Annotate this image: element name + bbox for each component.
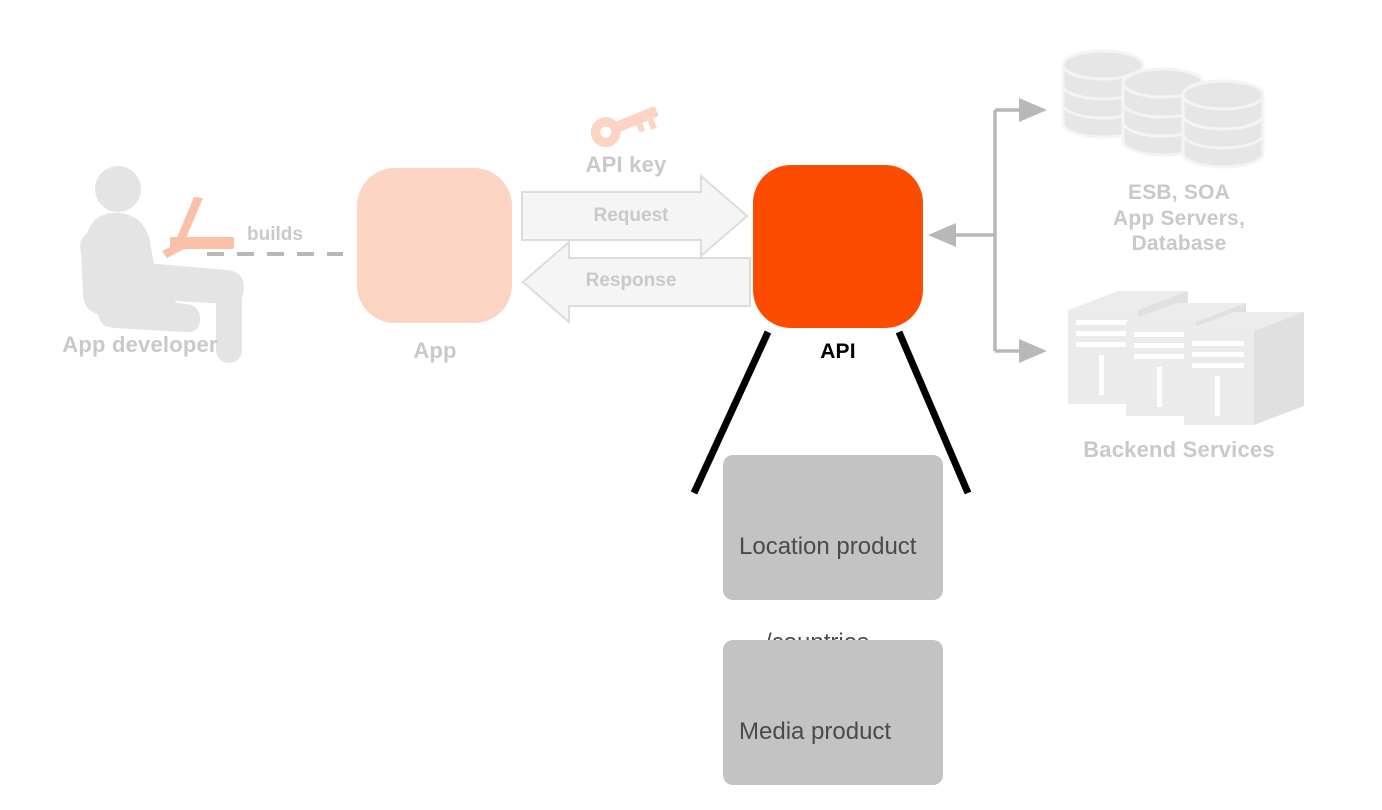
media-product-title: Media product [739, 716, 927, 748]
request-label: Request [540, 205, 722, 227]
diagram-vector-layer [0, 0, 1382, 810]
api-label: API [768, 339, 908, 365]
key-icon [586, 98, 662, 152]
api-key-label: API key [541, 152, 711, 179]
backend-connector-arrowheads [928, 98, 1047, 363]
diagram-canvas: App developer builds App API key Request… [0, 0, 1382, 810]
builds-label: builds [205, 224, 345, 246]
backend-services-label: Backend Services [1038, 437, 1320, 464]
app-tile[interactable] [357, 168, 512, 323]
server-racks-icon [1068, 291, 1304, 425]
app-label: App [362, 338, 508, 365]
location-product-box[interactable]: Location product /countries /cities /lan… [723, 455, 943, 600]
app-developer-label: App developer [25, 332, 255, 359]
backend-connector-bus [952, 110, 1022, 351]
stacked-database-cylinders-icon [1063, 51, 1263, 167]
location-product-title: Location product [739, 531, 927, 563]
datastores-label: ESB, SOA App Servers, Database [1068, 180, 1290, 257]
media-product-box[interactable]: Media product /books /magazines /movies [723, 640, 943, 785]
response-label: Response [540, 270, 722, 292]
api-tile[interactable] [753, 165, 923, 328]
